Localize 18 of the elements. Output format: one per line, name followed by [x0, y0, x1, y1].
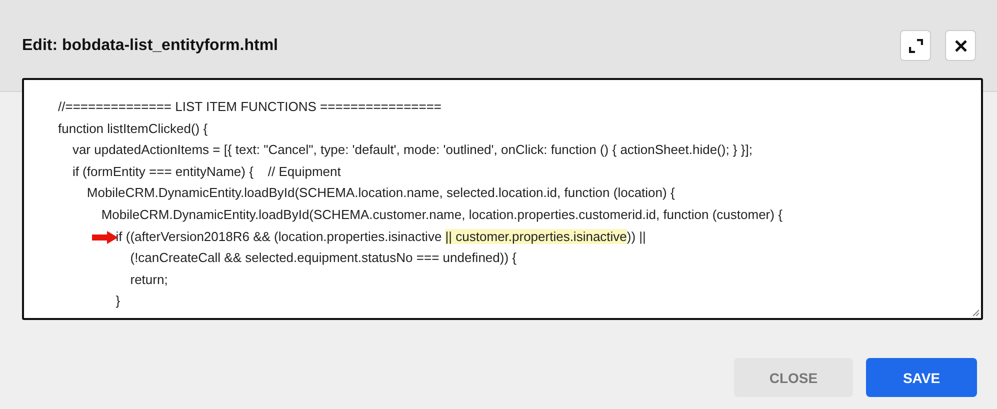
- code-line: function listItemClicked() {: [58, 120, 209, 138]
- save-button[interactable]: SAVE: [866, 358, 977, 397]
- code-line: (!canCreateCall && selected.equipment.statusNo === undefined)) {: [129, 249, 518, 268]
- resize-grip-icon[interactable]: [972, 309, 980, 317]
- code-line: var updatedActionItems = [{ text: "Cancel", type: 'default', mode: 'outlined', onClick: function () { actionSheet.hide(); } }];: [71, 141, 754, 160]
- code-line: MobileCRM.DynamicEntity.loadById(SCHEMA.customer.name, location.properties.customerid.id, function (customer) {: [100, 206, 784, 224]
- arrow-icon: [92, 230, 118, 244]
- code-line: return;: [129, 270, 169, 289]
- close-icon[interactable]: [945, 30, 976, 61]
- code-line: }: [114, 292, 122, 310]
- code-line: //============== LIST ITEM FUNCTIONS ================: [58, 98, 443, 116]
- code-line: MobileCRM.DynamicEntity.loadById(SCHEMA.location.name, selected.location.id, function (location) {: [86, 184, 676, 202]
- code-line: if (formEntity === entityName) { // Equipment: [71, 162, 342, 181]
- code-editor[interactable]: [22, 78, 983, 320]
- dialog-title: Edit: bobdata-list_entityform.html: [22, 36, 279, 54]
- expand-icon[interactable]: [900, 30, 931, 61]
- close-button[interactable]: CLOSE: [734, 358, 853, 397]
- code-line: if ((afterVersion2018R6 && (location.properties.isinactive || customer.properties.isinactive)) ||: [58, 226, 981, 248]
